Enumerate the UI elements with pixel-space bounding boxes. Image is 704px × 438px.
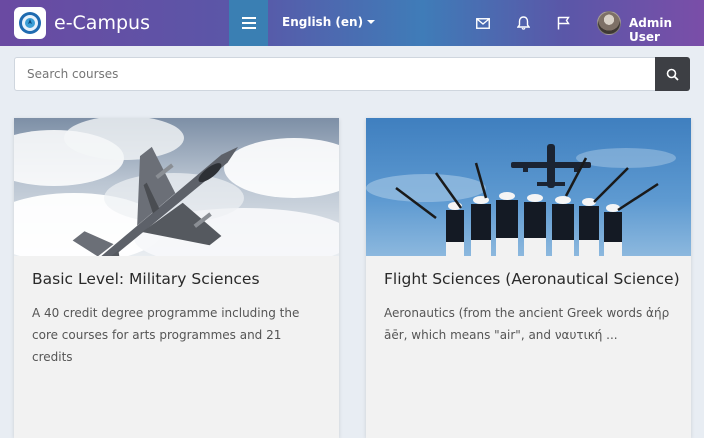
language-label: English (en)	[282, 15, 364, 29]
emblem-icon	[19, 12, 41, 34]
user-name[interactable]: Admin User	[629, 16, 704, 44]
search-icon	[666, 68, 679, 81]
mail-icon	[476, 17, 490, 29]
bell-icon	[516, 16, 530, 30]
course-title[interactable]: Basic Level: Military Sciences	[32, 270, 260, 288]
menu-toggle-button[interactable]	[229, 0, 268, 46]
chevron-down-icon	[367, 20, 376, 24]
search-input[interactable]	[14, 57, 655, 91]
language-selector[interactable]: English (en)	[282, 15, 376, 29]
avatar[interactable]	[597, 11, 621, 35]
messages-button[interactable]	[474, 14, 492, 32]
course-image-fighter-jet[interactable]	[14, 118, 339, 256]
course-card[interactable]: Basic Level: Military Sciences A 40 cred…	[14, 118, 339, 438]
course-title[interactable]: Flight Sciences (Aeronautical Science)	[384, 270, 680, 288]
flag-icon	[557, 16, 570, 30]
course-image-honor-guard[interactable]	[366, 118, 691, 256]
menu-icon	[241, 17, 256, 29]
notifications-button[interactable]	[514, 14, 532, 32]
flag-button[interactable]	[554, 14, 572, 32]
search-button[interactable]	[655, 57, 690, 91]
course-card[interactable]: Flight Sciences (Aeronautical Science) A…	[366, 118, 691, 438]
course-description: A 40 credit degree programme including t…	[32, 306, 300, 364]
course-description: Aeronautics (from the ancient Greek word…	[384, 306, 670, 342]
top-navbar: e-Campus English (en) Admin User	[0, 0, 704, 46]
logo[interactable]	[14, 7, 46, 39]
site-brand[interactable]: e-Campus	[54, 11, 150, 35]
